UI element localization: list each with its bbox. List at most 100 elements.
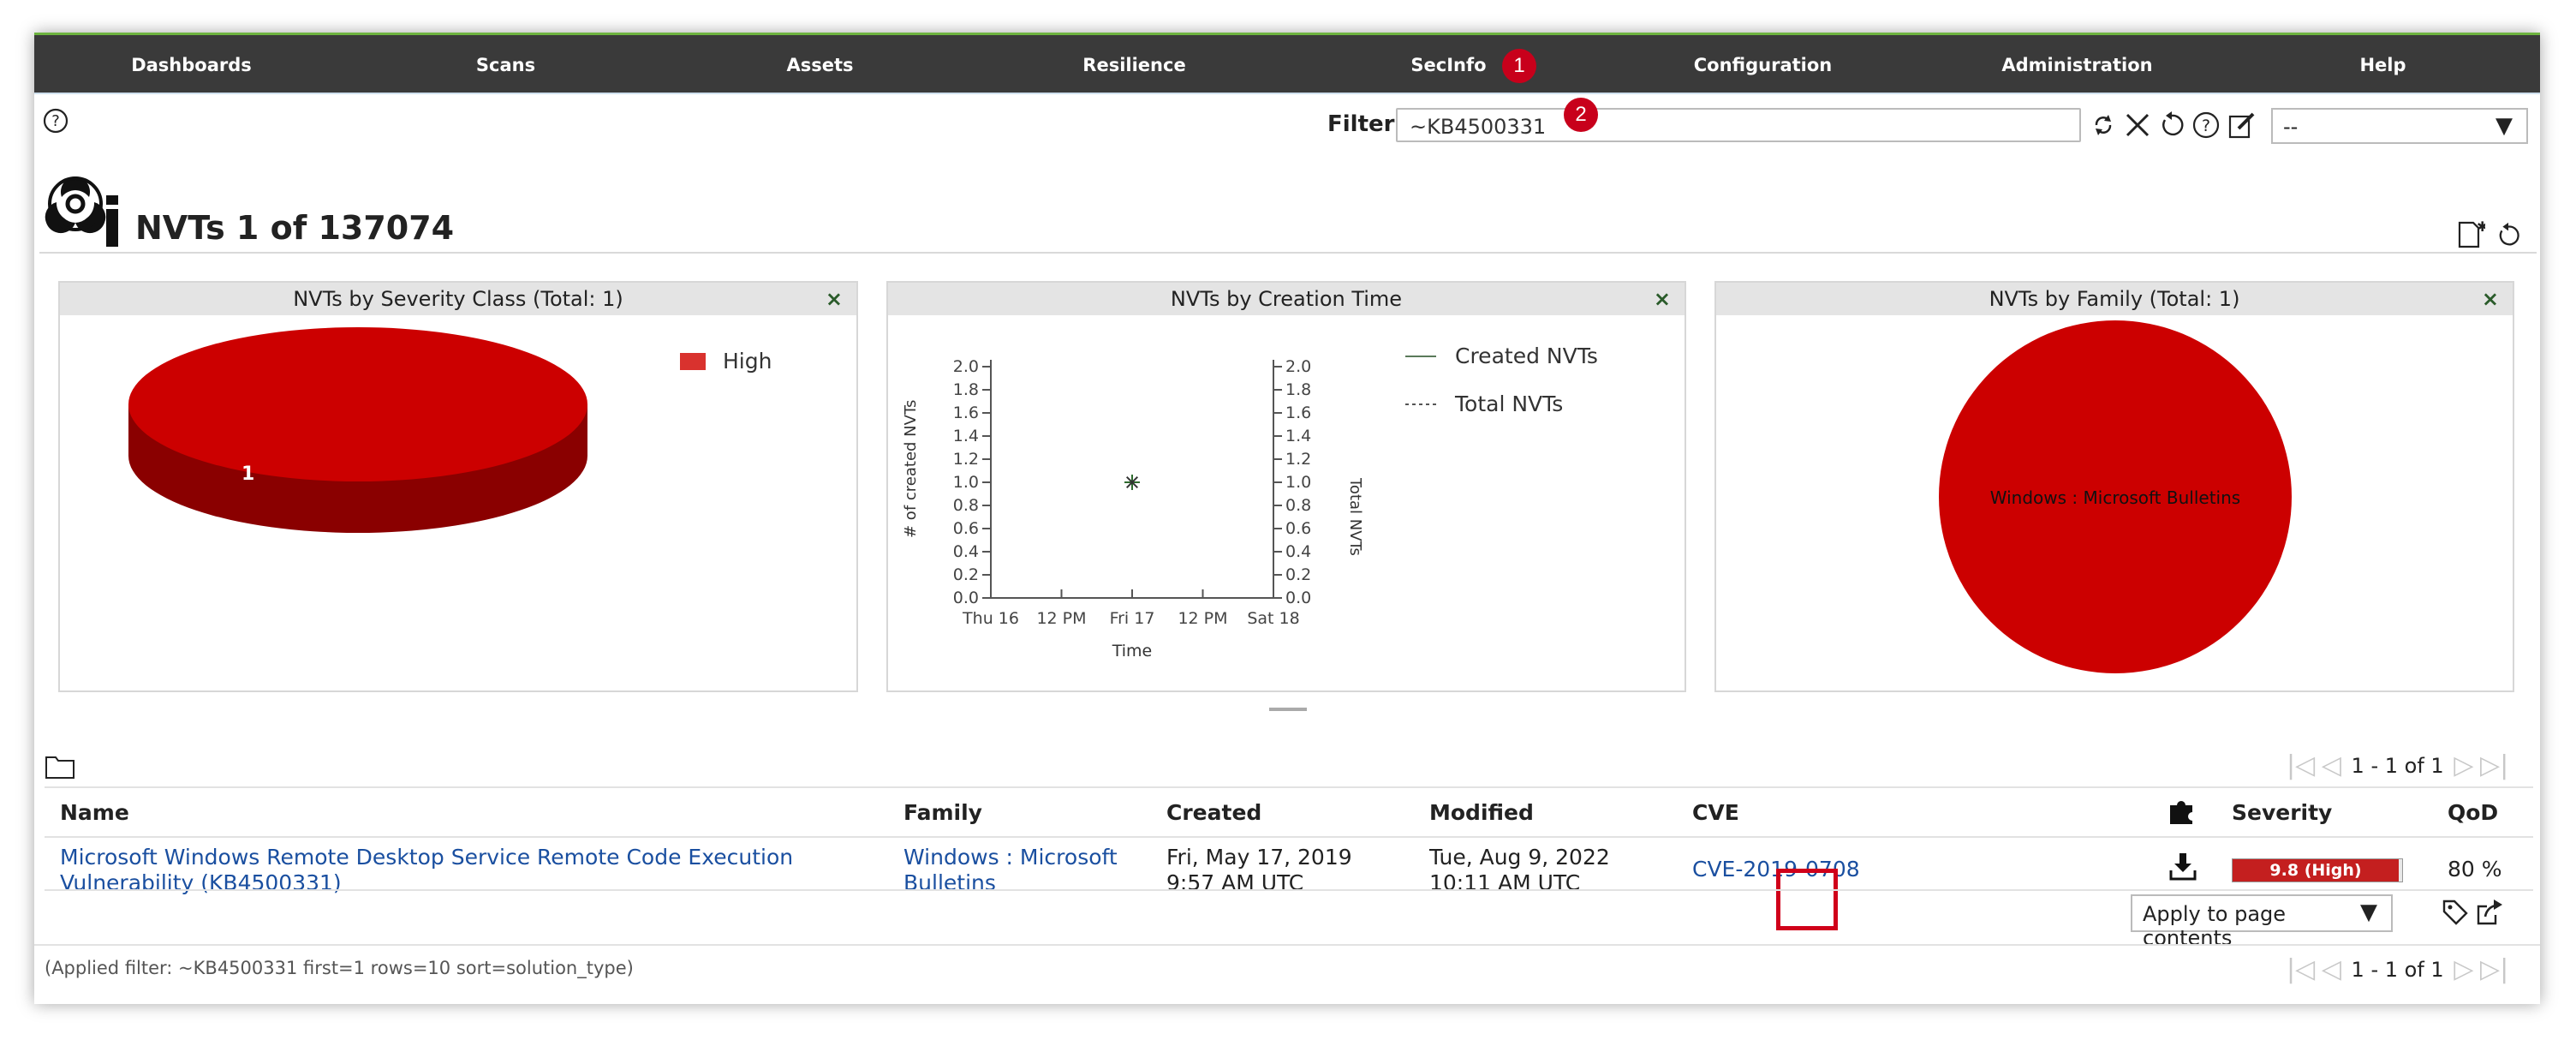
panel-title: NVTs by Family (Total: 1) — [1989, 287, 2240, 311]
y-tick-label-left: 1.4 — [953, 427, 979, 445]
panel-title: NVTs by Creation Time — [1170, 287, 1403, 311]
previous-page-icon[interactable]: ◁ — [2322, 954, 2341, 984]
nav-scans[interactable]: Scans — [349, 35, 663, 95]
column-header-severity[interactable]: Severity — [2232, 800, 2332, 825]
filter-help-icon[interactable]: ? — [2191, 110, 2221, 140]
next-page-icon[interactable]: ▷ — [2454, 750, 2473, 780]
filter-preset-select[interactable]: -- ▼ — [2271, 108, 2528, 144]
y-tick-label-left: 1.2 — [953, 450, 979, 469]
clear-filter-icon[interactable] — [2122, 110, 2153, 140]
y-tick-label-right: 2.0 — [1285, 357, 1311, 376]
y-tick-label-right: 0.4 — [1285, 542, 1311, 561]
panel-resize-handle[interactable] — [1269, 708, 1307, 711]
new-dashboard-icon[interactable]: ✱ — [2454, 219, 2485, 250]
close-icon[interactable]: × — [1654, 283, 1671, 315]
chevron-down-icon: ▼ — [2496, 113, 2513, 139]
edit-filter-icon[interactable] — [2227, 110, 2257, 140]
y-tick-label-right: 1.2 — [1285, 450, 1311, 469]
y-tick-label-left: 0.0 — [953, 589, 979, 607]
created-cell: Fri, May 17, 2019 9:57 AM UTC — [1166, 845, 1352, 896]
family-line2: Bulletins — [903, 870, 996, 895]
bulk-action-value: Apply to page contents — [2143, 902, 2287, 950]
refresh-filter-icon[interactable] — [2088, 110, 2119, 140]
column-header-family[interactable]: Family — [903, 800, 982, 825]
nav-dashboards[interactable]: Dashboards — [34, 35, 349, 95]
column-header-cve[interactable]: CVE — [1692, 800, 1739, 825]
panel-header: NVTs by Family (Total: 1) × — [1716, 283, 2513, 315]
creation-time-chart: 0.0 0.0 0.2 0.2 0.4 0.4 0.6 0.6 0.8 0.8 1.0 1.0 1.2 1… — [902, 344, 1598, 660]
filter-input[interactable]: ~KB4500331 — [1396, 108, 2081, 142]
modified-time: 10:11 AM UTC — [1429, 870, 1581, 895]
column-header-name[interactable]: Name — [60, 800, 129, 825]
last-page-icon[interactable]: ▷| — [2480, 750, 2508, 780]
export-icon[interactable] — [2475, 898, 2504, 927]
annotation-highlight-box — [1776, 869, 1838, 930]
column-header-modified[interactable]: Modified — [1429, 800, 1534, 825]
reset-filter-icon[interactable] — [2156, 110, 2187, 140]
nvt-name-line1: Microsoft Windows Remote Desktop Service… — [60, 845, 794, 870]
solution-type-icon[interactable] — [2167, 795, 2197, 826]
x-axis-label: Time — [1112, 642, 1153, 660]
close-icon[interactable]: × — [826, 283, 843, 315]
legend-label-total: Total NVTs — [1454, 391, 1563, 416]
first-page-icon[interactable]: |◁ — [2287, 954, 2315, 984]
previous-page-icon[interactable]: ◁ — [2322, 750, 2341, 780]
pie-slice-high[interactable] — [128, 327, 587, 481]
biohazard-logo-icon — [45, 176, 118, 247]
table-top-divider — [45, 786, 2533, 788]
legend-swatch-high — [680, 353, 706, 370]
y-tick-label-left: 2.0 — [953, 357, 979, 376]
severity-pie-chart: 1 High — [128, 327, 772, 533]
family-panel: NVTs by Family (Total: 1) × Windows : Mi… — [1714, 281, 2514, 692]
nav-secinfo[interactable]: SecInfo — [1291, 35, 1606, 95]
last-page-icon[interactable]: ▷| — [2480, 954, 2508, 984]
modified-date: Tue, Aug 9, 2022 — [1429, 845, 1610, 870]
created-date: Fri, May 17, 2019 — [1166, 845, 1352, 870]
y-tick-label-right: 1.6 — [1285, 403, 1311, 422]
y-tick-label-right: 1.4 — [1285, 427, 1311, 445]
y-tick-label-left: 1.6 — [953, 403, 979, 422]
legend-label-high: High — [723, 349, 772, 374]
nav-resilience[interactable]: Resilience — [977, 35, 1291, 95]
x-tick-label: Thu 16 — [962, 609, 1019, 628]
next-page-icon[interactable]: ▷ — [2454, 954, 2473, 984]
pie-slice-label: Windows : Microsoft Bulletins — [1990, 487, 2240, 508]
table-row: Microsoft Windows Remote Desktop Service… — [60, 845, 793, 896]
family-line1: Windows : Microsoft — [903, 845, 1118, 870]
family-link[interactable]: Windows : Microsoft Bulletins — [903, 845, 1118, 895]
app-window: Dashboards Scans Assets Resilience SecIn… — [34, 33, 2540, 1004]
header-divider — [45, 836, 2533, 838]
y-axis-label-left: # of created NVTs — [902, 400, 920, 538]
column-header-created[interactable]: Created — [1166, 800, 1261, 825]
y-tick-label-left: 0.8 — [953, 496, 979, 515]
nav-administration[interactable]: Administration — [1920, 35, 2234, 95]
created-time: 9:57 AM UTC — [1166, 870, 1304, 895]
bulk-action-select[interactable]: Apply to page contents ▼ — [2131, 894, 2393, 950]
title-divider — [39, 252, 2537, 254]
qod-value: 80 % — [2448, 857, 2502, 882]
main-nav: Dashboards Scans Assets Resilience SecIn… — [34, 33, 2540, 94]
chevron-down-icon: ▼ — [2360, 900, 2377, 925]
nvt-name-line2: Vulnerability (KB4500331) — [60, 870, 342, 895]
nav-assets[interactable]: Assets — [663, 35, 977, 95]
reload-dashboard-icon[interactable] — [2494, 221, 2523, 250]
panel-header: NVTs by Severity Class (Total: 1) × — [60, 283, 856, 315]
y-tick-label-left: 1.0 — [953, 473, 979, 492]
folder-icon[interactable] — [45, 754, 75, 780]
nvt-name-link[interactable]: Microsoft Windows Remote Desktop Service… — [60, 845, 793, 895]
first-page-icon[interactable]: |◁ — [2287, 750, 2315, 780]
nav-configuration[interactable]: Configuration — [1606, 35, 1920, 95]
help-icon[interactable]: ? — [43, 108, 69, 134]
pager-text: 1 - 1 of 1 — [2351, 957, 2444, 982]
family-pie-chart: Windows : Microsoft Bulletins — [1939, 320, 2292, 673]
close-icon[interactable]: × — [2482, 283, 2499, 315]
column-header-qod[interactable]: QoD — [2448, 800, 2498, 825]
step-badge-1: 1 — [1502, 49, 1536, 83]
nav-help[interactable]: Help — [2226, 35, 2540, 95]
severity-bar: 9.8 (High) — [2232, 858, 2403, 882]
y-tick-label-left: 0.2 — [953, 565, 979, 584]
tag-icon[interactable] — [2441, 898, 2470, 927]
y-tick-label-right: 1.0 — [1285, 473, 1311, 492]
svg-text:?: ? — [2202, 117, 2210, 135]
x-tick-label: Sat 18 — [1247, 609, 1299, 628]
